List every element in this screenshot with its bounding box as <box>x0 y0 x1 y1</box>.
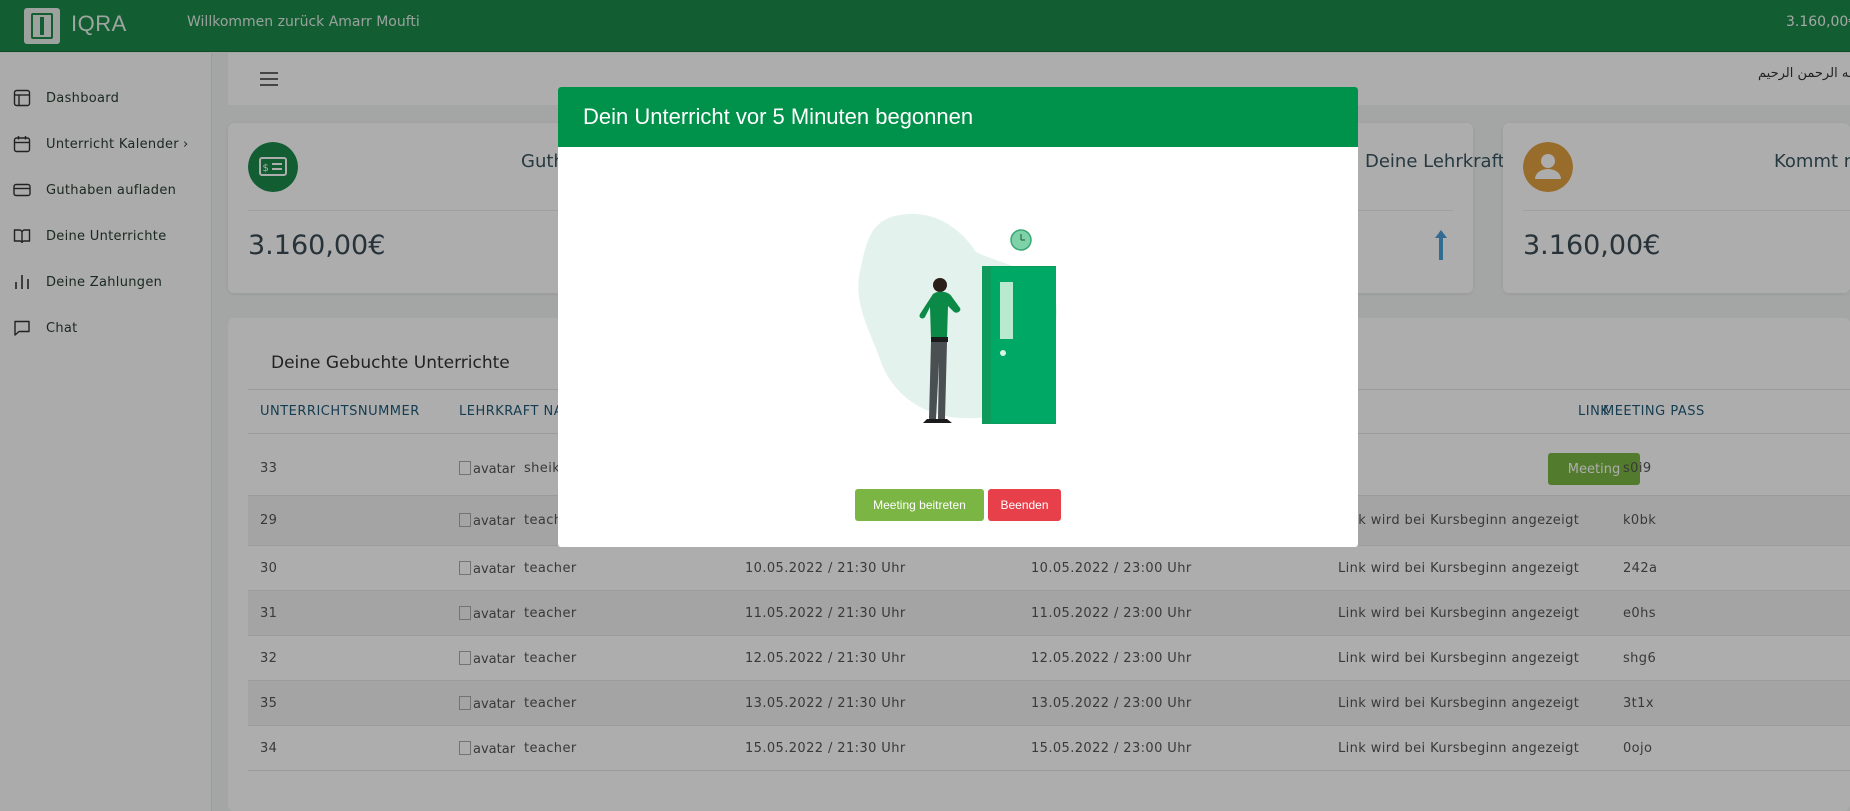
modal-header: Dein Unterricht vor 5 Minuten begonnen <box>558 87 1358 147</box>
join-meeting-button[interactable]: Meeting beitreten <box>855 489 984 521</box>
modal-title: Dein Unterricht vor 5 Minuten begonnen <box>583 104 974 129</box>
end-button[interactable]: Beenden <box>988 489 1061 521</box>
lesson-started-modal: Dein Unterricht vor 5 Minuten begonnen M… <box>558 87 1358 547</box>
door-illustration <box>858 213 1058 424</box>
